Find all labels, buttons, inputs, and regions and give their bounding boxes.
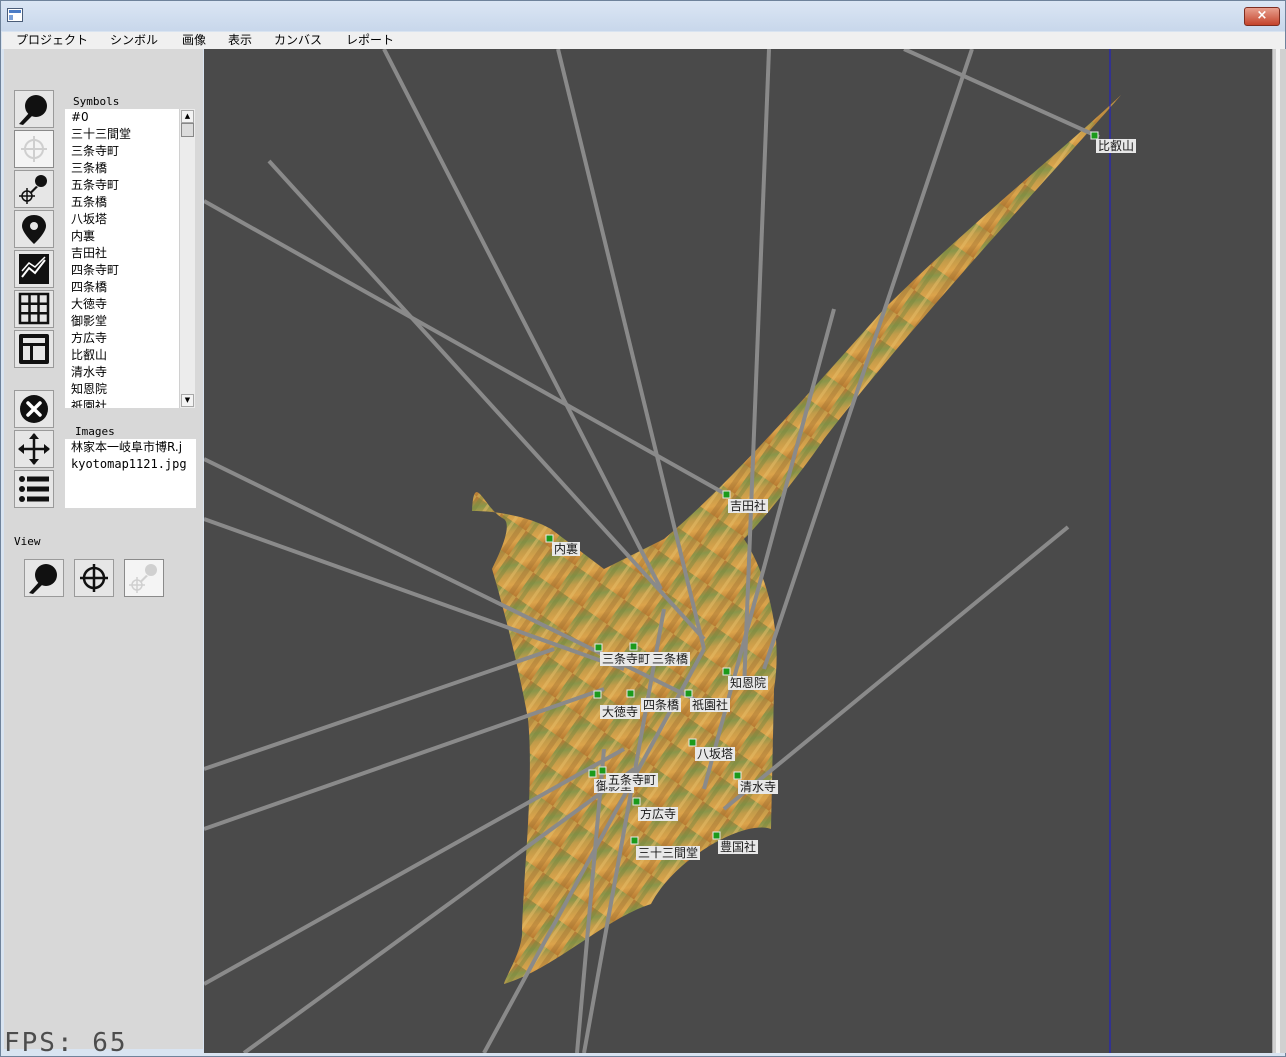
images-list[interactable]: 林家本一岐阜市博R.j kyotomap1121.jpg [65,439,196,508]
list-item[interactable]: 大徳寺 [65,296,179,313]
menu-project[interactable]: プロジェクト [14,33,90,48]
view-target-button[interactable] [74,559,114,597]
zoom-pan-icon [14,90,54,128]
scroll-up-icon[interactable]: ▲ [181,110,194,123]
point-zoom-tool-button[interactable] [14,170,54,208]
list-item[interactable]: 吉田社 [65,245,179,262]
list-item[interactable]: 五条寺町 [65,177,179,194]
pin-tool-button[interactable] [14,210,54,248]
app-icon [7,8,23,22]
symbols-label: Symbols [73,95,120,108]
close-button[interactable]: × [1244,7,1280,26]
list-item[interactable]: 知恩院 [65,381,179,398]
map-label: 三条橋 [650,652,691,666]
target-crosshair-icon [14,130,54,168]
zoom-pan-tool-button[interactable] [14,90,54,128]
list-icon [14,470,54,508]
menu-canvas[interactable]: カンバス [272,33,324,48]
symbols-scrollbar[interactable]: ▲ ▼ [179,109,195,408]
list-item[interactable]: 清水寺 [65,364,179,381]
list-item[interactable]: 三十三間堂 [65,126,179,143]
list-item[interactable]: 方広寺 [65,330,179,347]
target-tool-button[interactable] [14,130,54,168]
menu-image[interactable]: 画像 [180,33,208,48]
images-label: Images [75,425,115,438]
list-item[interactable]: #0 [65,109,179,126]
list-tool-button[interactable] [14,470,54,508]
app-window: × プロジェクト シンボル 画像 表示 カンバス レポート Symbols #0… [0,0,1286,1057]
move-tool-button[interactable] [14,430,54,468]
delete-tool-button[interactable] [14,390,54,428]
zoom-pan-icon [24,559,64,597]
map-label: 知恩院 [728,676,769,690]
list-item[interactable]: 五条橋 [65,194,179,211]
list-item[interactable]: 比叡山 [65,347,179,364]
chart-icon [14,250,54,288]
map-pin-icon [14,210,54,248]
view-zoom-button[interactable] [24,559,64,597]
grid-icon [14,290,54,328]
layout-icon [14,330,54,368]
menu-bar: プロジェクト シンボル 画像 表示 カンバス レポート [2,32,1285,49]
vertical-scrollbar[interactable] [1272,49,1286,1053]
map-label: 比叡山 [1096,139,1137,153]
map-label: 三十三間堂 [636,846,701,860]
map-label: 吉田社 [728,499,769,513]
point-zoom-icon [14,170,54,208]
map-label: 五条寺町 [606,773,659,787]
chart-tool-button[interactable] [14,250,54,288]
delete-icon [14,390,54,428]
layout-tool-button[interactable] [14,330,54,368]
view-label: View [14,535,41,548]
point-zoom-icon [124,559,164,597]
view-point-zoom-button[interactable] [124,559,164,597]
map-label: 内裏 [552,542,581,556]
list-item[interactable]: 祇園社 [65,398,179,408]
tool-panel: Symbols #0 三十三間堂 三条寺町 三条橋 五条寺町 五条橋 八坂塔 内… [4,49,203,1049]
list-item[interactable]: 八坂塔 [65,211,179,228]
list-item[interactable]: 三条寺町 [65,143,179,160]
fps-readout: FPS: 65 [4,1028,128,1057]
symbols-list[interactable]: #0 三十三間堂 三条寺町 三条橋 五条寺町 五条橋 八坂塔 内裏 吉田社 四条… [65,109,195,408]
warped-map-image [472,95,1121,984]
menu-symbol[interactable]: シンボル [108,33,160,48]
target-crosshair-icon [74,559,114,597]
map-label: 三条寺町 [600,652,653,666]
title-bar[interactable]: × [1,1,1285,31]
map-canvas[interactable]: 比叡山 吉田社 内裏 三条寺町 三条橋 知恩院 大徳寺 四条橋 祇園社 八坂塔 … [204,49,1272,1053]
map-view[interactable] [204,49,1272,1053]
map-label: 豊国社 [718,840,759,854]
scroll-down-icon[interactable]: ▼ [181,394,194,407]
list-item[interactable]: 御影堂 [65,313,179,330]
list-item[interactable]: 四条寺町 [65,262,179,279]
map-label: 祇園社 [690,698,731,712]
map-label: 大徳寺 [600,705,641,719]
list-item[interactable]: 林家本一岐阜市博R.j [65,439,196,456]
list-item[interactable]: 三条橋 [65,160,179,177]
map-label: 方広寺 [638,807,679,821]
map-label: 清水寺 [738,780,779,794]
move-icon [14,430,54,468]
menu-view[interactable]: 表示 [226,33,254,48]
list-item[interactable]: 四条橋 [65,279,179,296]
list-item[interactable]: 内裏 [65,228,179,245]
list-item[interactable]: kyotomap1121.jpg [65,456,196,473]
map-label: 八坂塔 [695,747,736,761]
menu-report[interactable]: レポート [344,33,396,48]
grid-tool-button[interactable] [14,290,54,328]
map-label: 四条橋 [641,698,682,712]
scroll-thumb[interactable] [181,123,194,137]
